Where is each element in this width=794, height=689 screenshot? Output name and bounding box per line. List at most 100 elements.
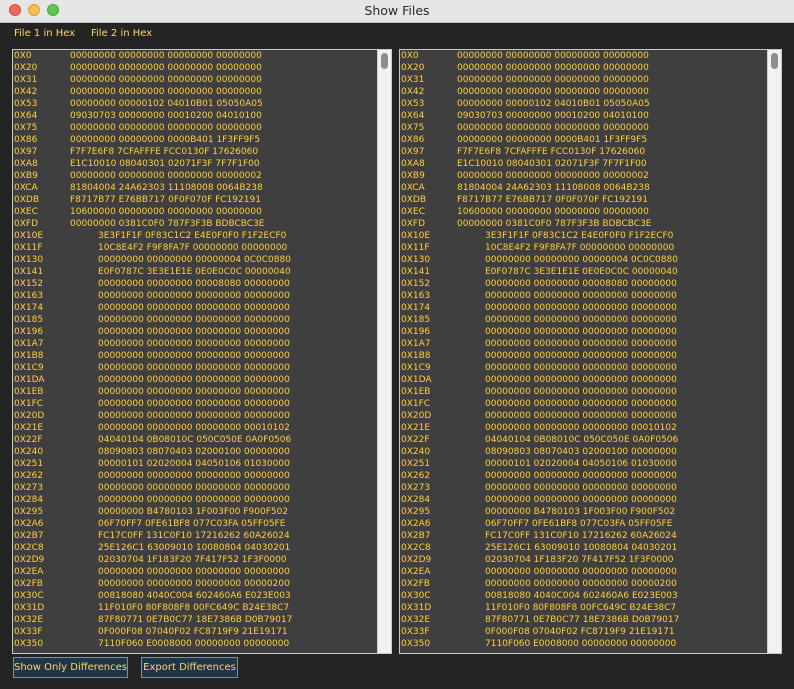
hex-address: 0X22F xyxy=(401,435,430,445)
hex-row: 0XFD 00000000 0381C0F0 787F3F3B BDBCBC3E xyxy=(400,218,767,230)
hex-row: 0X1B8 00000000 00000000 00000000 00000000 xyxy=(13,350,377,362)
hex-row: 0X1A7 00000000 00000000 00000000 00000000 xyxy=(400,338,767,350)
hex-values: 00000000 00000000 00000000 00000000 xyxy=(457,123,649,133)
hex-address: 0X31D xyxy=(401,603,432,613)
file-2-hex-pane[interactable]: 0X0 00000000 00000000 00000000 00000000 0X… xyxy=(399,49,782,654)
hex-values: 00000000 00000000 00000004 0C0C0880 xyxy=(485,255,678,265)
hex-address: 0X1C9 xyxy=(14,363,44,373)
hex-values: 00000000 00000000 00008080 00000000 xyxy=(485,279,677,289)
hex-values: 00000101 02020004 04050106 01030000 xyxy=(98,459,290,469)
hex-address: 0X152 xyxy=(14,279,44,289)
hex-values: E1C10010 08040301 02071F3F 7F7F1F00 xyxy=(457,159,647,169)
hex-address: 0X2B7 xyxy=(14,531,44,541)
file-2-scroll-thumb[interactable] xyxy=(771,53,778,69)
hex-values: 7110F060 E0008000 00000000 00000000 xyxy=(485,639,677,649)
hex-address: 0X262 xyxy=(14,471,44,481)
hex-values: 02030704 1F183F20 7F417F52 1F3F0000 xyxy=(485,555,674,565)
hex-values: 00000000 00000000 00000000 00000000 xyxy=(485,471,677,481)
hex-row: 0X251 00000101 02020004 04050106 01030000 xyxy=(13,458,377,470)
hex-values: 0F000F08 07040F02 FC8719F9 21E19171 xyxy=(98,627,288,637)
hex-row: 0X284 00000000 00000000 00000000 00000000 xyxy=(400,494,767,506)
hex-values: 00000000 00000000 00000000 00000000 xyxy=(98,411,290,421)
export-differences-button[interactable]: Export Differences xyxy=(141,657,238,678)
hex-values: 00000000 00000000 00000004 0C0C0880 xyxy=(98,255,291,265)
hex-values: 00000000 00000000 00000000 00000000 xyxy=(70,123,262,133)
hex-values: 00000000 B4780103 1F003F00 F900F502 xyxy=(485,507,676,517)
hex-address: 0XDB xyxy=(401,195,426,205)
hex-address: 0X30C xyxy=(401,591,431,601)
hex-row: 0XEC 10600000 00000000 00000000 00000000 xyxy=(400,206,767,218)
hex-values: 00000000 00000000 0000B401 1F3FF9F5 xyxy=(457,135,648,145)
hex-row: 0X2FB 00000000 00000000 00000000 00000200 xyxy=(13,578,377,590)
hex-row: 0X152 00000000 00000000 00008080 00000000 xyxy=(13,278,377,290)
hex-address: 0X2EA xyxy=(401,567,431,577)
hex-row: 0X185 00000000 00000000 00000000 00000000 xyxy=(400,314,767,326)
file-1-hex-pane[interactable]: 0X0 00000000 00000000 00000000 00000000 0X… xyxy=(12,49,392,654)
hex-values: 06F70FF7 0FE61BF8 077C03FA 05FF05FE xyxy=(485,519,673,529)
hex-values: 00000000 00000000 00000000 00000200 xyxy=(98,579,290,589)
hex-address: 0X1B8 xyxy=(401,351,431,361)
hex-row: 0X240 08090803 08070403 02000100 00000000 xyxy=(400,446,767,458)
hex-values: 00000101 02020004 04050106 01030000 xyxy=(485,459,677,469)
hex-row: 0X1EB 00000000 00000000 00000000 00000000 xyxy=(400,386,767,398)
tab-file-1-hex[interactable]: File 1 in Hex xyxy=(14,28,75,39)
show-only-differences-button[interactable]: Show Only Differences xyxy=(13,657,128,678)
hex-row: 0X1B8 00000000 00000000 00000000 00000000 xyxy=(400,350,767,362)
hex-values: 00000000 0381C0F0 787F3F3B BDBCBC3E xyxy=(457,219,652,229)
hex-row: 0X1FC 00000000 00000000 00000000 00000000 xyxy=(400,398,767,410)
hex-address: 0X31D xyxy=(14,603,45,613)
hex-address: 0X20 xyxy=(401,63,425,73)
hex-values: 00000000 00000000 00000000 00000000 xyxy=(98,351,290,361)
file-1-scrollbar[interactable] xyxy=(377,50,391,653)
hex-address: 0X2D9 xyxy=(401,555,432,565)
hex-address: 0X284 xyxy=(14,495,44,505)
hex-address: 0XCA xyxy=(401,183,425,193)
hex-values: 00000000 00000000 00000000 00000000 xyxy=(98,303,290,313)
hex-address: 0X64 xyxy=(14,111,38,121)
hex-address: 0X163 xyxy=(14,291,44,301)
file-2-scrollbar[interactable] xyxy=(767,50,781,653)
hex-row: 0X2FB 00000000 00000000 00000000 00000200 xyxy=(400,578,767,590)
hex-values: 7110F060 E0008000 00000000 00000000 xyxy=(98,639,290,649)
tab-file-2-hex[interactable]: File 2 in Hex xyxy=(91,28,152,39)
hex-values: 00000000 00000000 00000000 00000000 xyxy=(485,327,677,337)
hex-address: 0XDB xyxy=(14,195,39,205)
hex-values: E0F0787C 3E3E1E1E 0E0E0C0C 00000040 xyxy=(485,267,678,277)
hex-address: 0X163 xyxy=(401,291,431,301)
hex-address: 0X31 xyxy=(14,75,38,85)
hex-values: 00000000 00000000 00000000 00000000 xyxy=(98,399,290,409)
hex-row: 0X284 00000000 00000000 00000000 00000000 xyxy=(13,494,377,506)
hex-values: 00000000 00000000 00000000 00000000 xyxy=(457,51,649,61)
hex-row: 0X273 00000000 00000000 00000000 00000000 xyxy=(400,482,767,494)
hex-row: 0X97 F7F7E6F8 7CFAFFFE FCC0130F 17626060 xyxy=(400,146,767,158)
hex-address: 0X64 xyxy=(401,111,425,121)
hex-row: 0X31D 11F010F0 80F808F8 00FC649C B24E38C7 xyxy=(13,602,377,614)
hex-values: 00000000 00000000 00000000 00000000 xyxy=(98,363,290,373)
hex-row: 0X251 00000101 02020004 04050106 01030000 xyxy=(400,458,767,470)
hex-address: 0X251 xyxy=(401,459,431,469)
hex-address: 0X21E xyxy=(14,423,44,433)
hex-values: FC17C0FF 131C0F10 17216262 60A26024 xyxy=(98,531,290,541)
hex-address: 0X75 xyxy=(401,123,425,133)
hex-values: 00000000 00000000 00000000 00000000 xyxy=(98,291,290,301)
hex-address: 0X86 xyxy=(14,135,38,145)
hex-address: 0XB9 xyxy=(14,171,38,181)
hex-address: 0X53 xyxy=(401,99,425,109)
hex-row: 0X273 00000000 00000000 00000000 00000000 xyxy=(13,482,377,494)
hex-row: 0X141 E0F0787C 3E3E1E1E 0E0E0C0C 00000040 xyxy=(400,266,767,278)
hex-values: 09030703 00000000 00010200 04010100 xyxy=(70,111,262,121)
hex-address: 0X273 xyxy=(14,483,44,493)
file-1-scroll-thumb[interactable] xyxy=(381,53,388,69)
hex-row: 0X2EA 00000000 00000000 00000000 00000000 xyxy=(400,566,767,578)
hex-row: 0X2D9 02030704 1F183F20 7F417F52 1F3F0000 xyxy=(13,554,377,566)
hex-address: 0X185 xyxy=(401,315,431,325)
hex-row: 0X75 00000000 00000000 00000000 00000000 xyxy=(400,122,767,134)
hex-address: 0XA8 xyxy=(14,159,38,169)
hex-address: 0X130 xyxy=(14,255,44,265)
hex-address: 0X273 xyxy=(401,483,431,493)
hex-row: 0X10E 3E3F1F1F 0F83C1C2 E4E0F0F0 F1F2ECF0 xyxy=(400,230,767,242)
hex-row: 0X130 00000000 00000000 00000004 0C0C0880 xyxy=(400,254,767,266)
hex-values: 06F70FF7 0FE61BF8 077C03FA 05FF05FE xyxy=(98,519,286,529)
hex-address: 0X33F xyxy=(14,627,43,637)
hex-row: 0X152 00000000 00000000 00008080 00000000 xyxy=(400,278,767,290)
